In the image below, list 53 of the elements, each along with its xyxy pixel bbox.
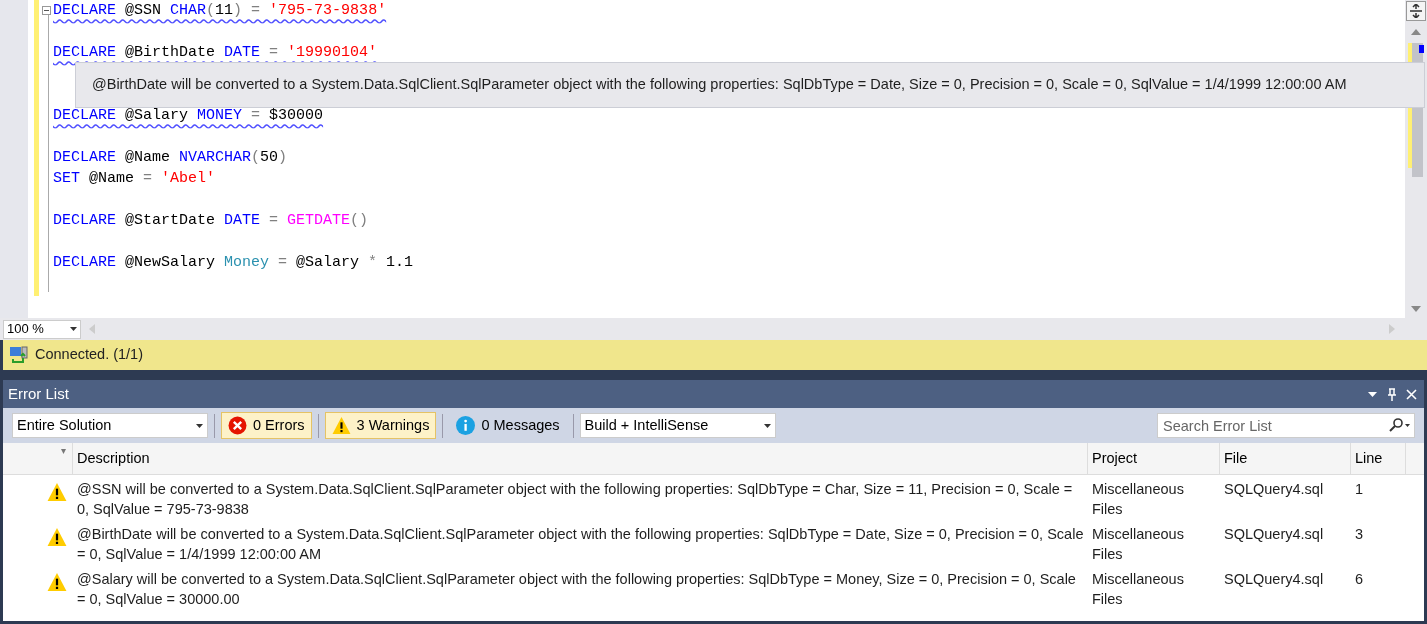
- search-field[interactable]: Search Error List: [1157, 413, 1415, 438]
- warning-marker: [1419, 45, 1424, 53]
- code-line: DECLARE @SSN CHAR(11) = '795-73-9838': [53, 2, 387, 19]
- table-cell-text: SQLQuery4.sql: [1223, 480, 1325, 499]
- scroll-up-icon[interactable]: [1411, 29, 1421, 35]
- scope-dropdown[interactable]: Entire Solution: [12, 413, 208, 438]
- code-line: SET @Name = 'Abel': [53, 170, 216, 187]
- close-icon[interactable]: [1406, 388, 1417, 400]
- column-header[interactable]: File: [1220, 443, 1351, 474]
- table-cell-text: @Salary will be converted to a System.Data.SqlClient.SqlParameter object with the following properties: SqlDbType = Money, Size = 0, Precision = 0, Scale = 0, SqlValue = 30000.00: [76, 570, 1077, 609]
- panel-title: Error List: [8, 383, 69, 404]
- filter-toggle[interactable]: 0 Messages: [449, 412, 567, 439]
- column-header[interactable]: Line: [1351, 443, 1406, 474]
- code-line: DECLARE @NewSalary Money = @Salary * 1.1: [53, 254, 414, 271]
- tooltip: @BirthDate will be converted to a System.Data.SqlClient.SqlParameter object with the following properties: SqlDbType = Date, Size = 0, Precision = 0, Scale = 0, SqlValue = 1/4/1999 12:00:00 AM: [75, 62, 1425, 108]
- table-cell-text: SQLQuery4.sql: [1223, 570, 1325, 589]
- collapse-icon[interactable]: [41, 6, 51, 15]
- sort-icon[interactable]: [61, 449, 66, 454]
- info-icon: [456, 416, 476, 435]
- table-cell-text: Miscellaneous Files: [1091, 525, 1185, 564]
- caret-icon: [70, 327, 77, 331]
- code-line: DECLARE @Salary MONEY = $30000: [53, 107, 324, 124]
- warning-icon: [47, 527, 67, 547]
- table-cell-text: @BirthDate will be converted to a System.Data.SqlClient.SqlParameter object with the following properties: SqlDbType = Date, Size = 0, Precision = 0, Scale = 0, SqlValue = 1/4/1999 12:00:00 AM: [76, 525, 1085, 564]
- pin-icon[interactable]: [1387, 387, 1397, 401]
- table-cell-text: @SSN will be converted to a System.Data.SqlClient.SqlParameter object with the following properties: SqlDbType = Char, Size = 11, Precision = 0, Scale = 0, SqlValue = 795-73-9838: [76, 480, 1074, 519]
- caret-icon: [763, 423, 771, 428]
- table-cell-text: Miscellaneous Files: [1091, 570, 1185, 609]
- filter-toggle[interactable]: 3 Warnings: [324, 412, 437, 439]
- code-line: DECLARE @BirthDate DATE = '19990104': [53, 44, 378, 61]
- search-icon[interactable]: [1387, 418, 1411, 432]
- zoom-dropdown[interactable]: 100 %: [3, 319, 81, 339]
- code-line: DECLARE @StartDate DATE = GETDATE(): [53, 212, 369, 229]
- filter-toggle[interactable]: 0 Errors: [221, 412, 312, 439]
- table-cell-text: 1: [1354, 480, 1365, 499]
- status-text: Connected. (1/1): [35, 345, 143, 365]
- split-icon[interactable]: [1406, 1, 1426, 21]
- table-cell-text: SQLQuery4.sql: [1223, 525, 1325, 544]
- error-icon: [228, 416, 247, 435]
- connected-computer-icon: [9, 346, 29, 364]
- warning-icon: [47, 572, 67, 592]
- warning-icon: [331, 416, 351, 435]
- scroll-down-icon[interactable]: [1411, 306, 1421, 312]
- table-cell-text: 6: [1354, 570, 1365, 589]
- dropdown-icon[interactable]: [1368, 391, 1377, 397]
- caret-icon: [196, 423, 203, 428]
- code-line: DECLARE @Name NVARCHAR(50): [53, 149, 288, 166]
- source-dropdown[interactable]: Build + IntelliSense: [579, 413, 776, 438]
- table-cell-text: 3: [1354, 525, 1365, 544]
- column-header[interactable]: Description: [73, 443, 1088, 474]
- table-cell-text: Miscellaneous Files: [1091, 480, 1185, 519]
- warning-icon: [47, 482, 67, 502]
- column-header[interactable]: Project: [1088, 443, 1220, 474]
